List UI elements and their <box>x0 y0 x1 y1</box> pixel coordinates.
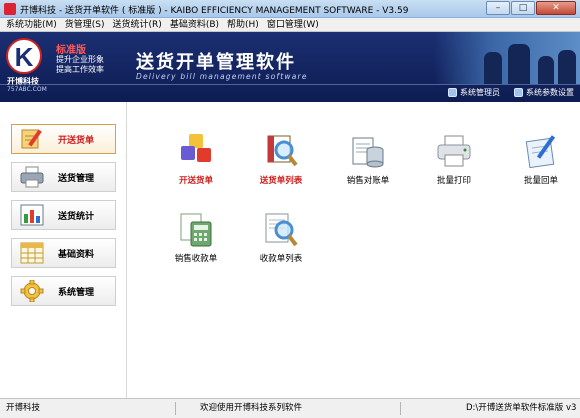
menu-window[interactable]: 窗口管理(W) <box>267 18 319 31</box>
banner-links: 系统管理员 系统参数设置 <box>448 87 574 98</box>
tile-batch-receipt[interactable]: 批量回单 <box>501 132 580 192</box>
nav-item-base-data[interactable]: 基础资料 <box>11 238 116 268</box>
business-people-illustration <box>434 32 580 84</box>
tile-sales-receipt[interactable]: 销售收款单 <box>156 210 236 270</box>
tile-label: 收款单列表 <box>259 254 303 264</box>
menu-base-data[interactable]: 基础资料(B) <box>170 18 219 31</box>
system-settings-label: 系统参数设置 <box>526 88 574 97</box>
nav-label: 开送货单 <box>58 135 95 146</box>
tile-label: 销售收款单 <box>174 254 218 264</box>
nav-label: 送货管理 <box>58 173 95 184</box>
tile-label: 送货单列表 <box>259 176 303 186</box>
company-logo <box>6 38 42 74</box>
menu-help[interactable]: 帮助(H) <box>227 18 259 31</box>
nav-item-delivery-management[interactable]: 送货管理 <box>11 162 116 192</box>
tile-create-delivery[interactable]: 开送货单 <box>156 132 236 192</box>
left-nav: 开送货单 送货管理 送货统计 基础资料 系统管理 <box>0 102 127 398</box>
app-name: 送货开单管理软件 <box>136 52 296 73</box>
magnifier-book-icon <box>262 132 300 170</box>
system-settings-link[interactable]: 系统参数设置 <box>514 87 574 98</box>
status-bar: 开博科技 欢迎使用开博科技系列软件 D:\开博送货单软件标准版 v3 <box>0 398 580 418</box>
menu-bar: 系统功能(M) 货管理(S) 送货统计(R) 基础资料(B) 帮助(H) 窗口管… <box>0 18 580 32</box>
nav-label: 系统管理 <box>58 287 95 298</box>
tile-label: 销售对账单 <box>346 176 390 186</box>
menu-statistics[interactable]: 送货统计(R) <box>113 18 162 31</box>
header-banner: 标准版 提升企业形象 提高工作效率 开博科技 757ABC.COM 送货开单管理… <box>0 32 580 102</box>
close-button[interactable]: ✕ <box>536 1 576 15</box>
tile-sales-statement[interactable]: 销售对账单 <box>328 132 408 192</box>
app-icon <box>4 3 16 15</box>
status-welcome: 欢迎使用开博科技系列软件 <box>200 403 303 413</box>
cubes-icon <box>177 132 215 170</box>
slogan-line-2: 提高工作效率 <box>56 65 104 74</box>
tile-delivery-list[interactable]: 送货单列表 <box>241 132 321 192</box>
user-icon <box>448 88 457 97</box>
app-subtitle: Delivery bill management software <box>136 72 308 81</box>
nav-item-delivery-statistics[interactable]: 送货统计 <box>11 200 116 230</box>
tile-batch-print[interactable]: 批量打印 <box>414 132 494 192</box>
calculator-icon <box>177 210 215 248</box>
menu-delivery[interactable]: 货管理(S) <box>65 18 105 31</box>
nav-item-system-management[interactable]: 系统管理 <box>11 276 116 306</box>
pen-paper-icon <box>522 132 560 170</box>
tile-label: 开送货单 <box>178 176 213 186</box>
minimize-button[interactable]: – <box>486 1 510 15</box>
system-admin-label: 系统管理员 <box>460 88 500 97</box>
tile-label: 批量打印 <box>436 176 471 186</box>
magnifier-list-icon <box>262 210 300 248</box>
document-database-icon <box>349 132 387 170</box>
menu-system[interactable]: 系统功能(M) <box>6 18 57 31</box>
status-company: 开博科技 <box>6 403 41 413</box>
calendar-grid-icon <box>20 242 44 264</box>
window-title: 开博科技 - 送货开单软件 ( 标准版 ) - KAIBO EFFICIENCY… <box>20 6 409 16</box>
window-controls: – □ ✕ <box>486 1 576 15</box>
nav-item-create-delivery[interactable]: 开送货单 <box>11 124 116 154</box>
maximize-button[interactable]: □ <box>511 1 535 15</box>
gear-icon <box>20 279 44 303</box>
tile-label: 批量回单 <box>523 176 558 186</box>
company-site: 757ABC.COM <box>7 86 47 93</box>
bar-chart-icon <box>20 204 44 226</box>
status-install-path: D:\开博送货单软件标准版 v3 <box>466 403 577 413</box>
window-titlebar[interactable]: 开博科技 - 送货开单软件 ( 标准版 ) - KAIBO EFFICIENCY… <box>0 0 580 18</box>
printer-icon <box>20 166 44 188</box>
pencil-notepad-icon <box>20 128 44 150</box>
tile-receipt-list[interactable]: 收款单列表 <box>241 210 321 270</box>
function-workspace: 开送货单 送货单列表 销售对账单 批量打印 批量回单 销售收款单 收款单列表 <box>128 102 580 398</box>
system-admin-link[interactable]: 系统管理员 <box>448 87 500 98</box>
nav-label: 基础资料 <box>58 249 95 260</box>
nav-label: 送货统计 <box>58 211 95 222</box>
printer-icon <box>435 132 473 170</box>
monitor-icon <box>514 88 523 97</box>
